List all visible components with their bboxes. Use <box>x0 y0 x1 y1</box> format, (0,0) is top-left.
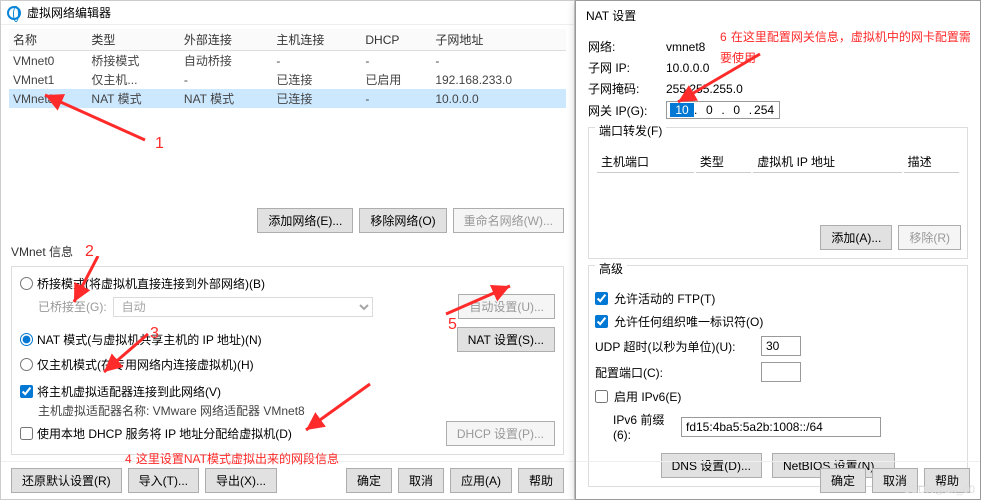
bridge-mode-radio[interactable] <box>20 277 33 290</box>
globe-icon <box>7 6 21 20</box>
dialog-title: NAT 设置 <box>576 1 980 30</box>
advanced-legend: 高级 <box>595 262 627 276</box>
titlebar: 虚拟网络编辑器 <box>1 1 574 25</box>
dhcp-settings-button: DHCP 设置(P)... <box>446 421 555 446</box>
pf-col-type[interactable]: 类型 <box>696 151 751 173</box>
apply-button[interactable]: 应用(A) <box>450 468 512 493</box>
org-checkbox[interactable] <box>595 315 608 328</box>
subip-value: 10.0.0.0 <box>666 61 709 75</box>
nat-mode-label[interactable]: NAT 模式(与虚拟机共享主机的 IP 地址)(N) <box>37 331 262 348</box>
nat-settings-dialog: NAT 设置 网络: vmnet8 子网 IP: 10.0.0.0 子网掩码: 255… <box>575 0 981 500</box>
host-adapter-label[interactable]: 将主机虚拟适配器连接到此网络(V) <box>37 383 221 400</box>
ok-button[interactable]: 确定 <box>346 468 392 493</box>
import-button[interactable]: 导入(T)... <box>128 468 199 493</box>
cfgport-label: 配置端口(C): <box>595 364 755 381</box>
org-label[interactable]: 允许任何组织唯一标识符(O) <box>614 313 763 330</box>
ipv6-prefix-label: IPv6 前缀(6): <box>595 411 675 442</box>
dhcp-checkbox[interactable] <box>20 427 33 440</box>
table-row[interactable]: VMnet1仅主机...-已连接已启用192.168.233.0 <box>9 70 566 89</box>
net-label: 网络: <box>588 38 658 55</box>
col-dhcp[interactable]: DHCP <box>361 29 431 51</box>
rename-network-button: 重命名网络(W)... <box>453 208 564 233</box>
col-ext[interactable]: 外部连接 <box>180 29 273 51</box>
bridge-mode-label[interactable]: 桥接模式(将虚拟机直接连接到外部网络)(B) <box>37 275 265 292</box>
add-network-button[interactable]: 添加网络(E)... <box>257 208 353 233</box>
cancel-button[interactable]: 取消 <box>398 468 444 493</box>
vmnet-info-title: VMnet 信息 <box>1 239 574 262</box>
nat-mode-radio[interactable] <box>20 333 33 346</box>
host-adapter-name: 主机虚拟适配器名称: VMware 网络适配器 VMnet8 <box>20 402 555 419</box>
pf-col-hostport[interactable]: 主机端口 <box>597 151 694 173</box>
export-button[interactable]: 导出(X)... <box>205 468 277 493</box>
ipv6-checkbox[interactable] <box>595 390 608 403</box>
mask-label: 子网掩码: <box>588 80 658 97</box>
port-forward-table[interactable]: 主机端口 类型 虚拟机 IP 地址 描述 <box>595 149 961 221</box>
table-row-selected[interactable]: VMnet8NAT 模式NAT 模式已连接-10.0.0.0 <box>9 89 566 108</box>
dhcp-label[interactable]: 使用本地 DHCP 服务将 IP 地址分配给虚拟机(D) <box>37 425 292 442</box>
help-button[interactable]: 帮助 <box>518 468 564 493</box>
mask-value: 255.255.255.0 <box>666 82 743 96</box>
ipv6-label[interactable]: 启用 IPv6(E) <box>614 388 681 405</box>
udp-label: UDP 超时(以秒为单位)(U): <box>595 338 755 355</box>
restore-defaults-button[interactable]: 还原默认设置(R) <box>11 468 122 493</box>
col-subnet[interactable]: 子网地址 <box>431 29 566 51</box>
nat-settings-button[interactable]: NAT 设置(S)... <box>457 327 555 352</box>
bridge-to-label: 已桥接至(G): <box>38 298 107 315</box>
subip-label: 子网 IP: <box>588 59 658 76</box>
ipv6-prefix-input[interactable] <box>681 417 881 437</box>
gateway-ip-input[interactable]: ... <box>666 101 780 119</box>
pf-remove-button: 移除(R) <box>898 225 961 250</box>
net-value: vmnet8 <box>666 40 705 54</box>
ftp-label[interactable]: 允许活动的 FTP(T) <box>614 290 715 307</box>
hostonly-mode-label[interactable]: 仅主机模式(在专用网络内连接虚拟机)(H) <box>37 356 254 373</box>
window-title: 虚拟网络编辑器 <box>27 4 111 21</box>
pf-col-vmip[interactable]: 虚拟机 IP 地址 <box>753 151 901 173</box>
hostonly-mode-radio[interactable] <box>20 358 33 371</box>
col-name[interactable]: 名称 <box>9 29 87 51</box>
col-host[interactable]: 主机连接 <box>272 29 361 51</box>
pf-col-desc[interactable]: 描述 <box>904 151 959 173</box>
bridge-to-select: 自动 <box>113 297 373 317</box>
vmnet-table[interactable]: 名称 类型 外部连接 主机连接 DHCP 子网地址 VMnet0桥接模式自动桥接… <box>9 29 566 108</box>
col-type[interactable]: 类型 <box>87 29 180 51</box>
advanced-group: 高级 允许活动的 FTP(T) 允许任何组织唯一标识符(O) UDP 超时(以秒… <box>588 265 968 487</box>
pf-add-button[interactable]: 添加(A)... <box>820 225 892 250</box>
remove-network-button[interactable]: 移除网络(O) <box>359 208 446 233</box>
port-forward-group: 端口转发(F) 主机端口 类型 虚拟机 IP 地址 描述 添加(A)... 移除… <box>588 127 968 259</box>
watermark: CSDN@zh_00 <box>903 484 975 496</box>
cfgport-input[interactable] <box>761 362 801 382</box>
port-forward-legend: 端口转发(F) <box>595 124 666 138</box>
vmnet-info-group: 桥接模式(将虚拟机直接连接到外部网络)(B) 已桥接至(G): 自动 自动设置(… <box>11 266 564 455</box>
ftp-checkbox[interactable] <box>595 292 608 305</box>
host-adapter-checkbox[interactable] <box>20 385 33 398</box>
gateway-label: 网关 IP(G): <box>588 102 658 119</box>
bridge-autoset-button: 自动设置(U)... <box>458 294 555 319</box>
udp-timeout-input[interactable] <box>761 336 801 356</box>
virtual-network-editor-window: 虚拟网络编辑器 名称 类型 外部连接 主机连接 DHCP 子网地址 VMnet0… <box>0 0 575 500</box>
table-row[interactable]: VMnet0桥接模式自动桥接--- <box>9 51 566 71</box>
dlg-ok-button[interactable]: 确定 <box>820 468 866 493</box>
